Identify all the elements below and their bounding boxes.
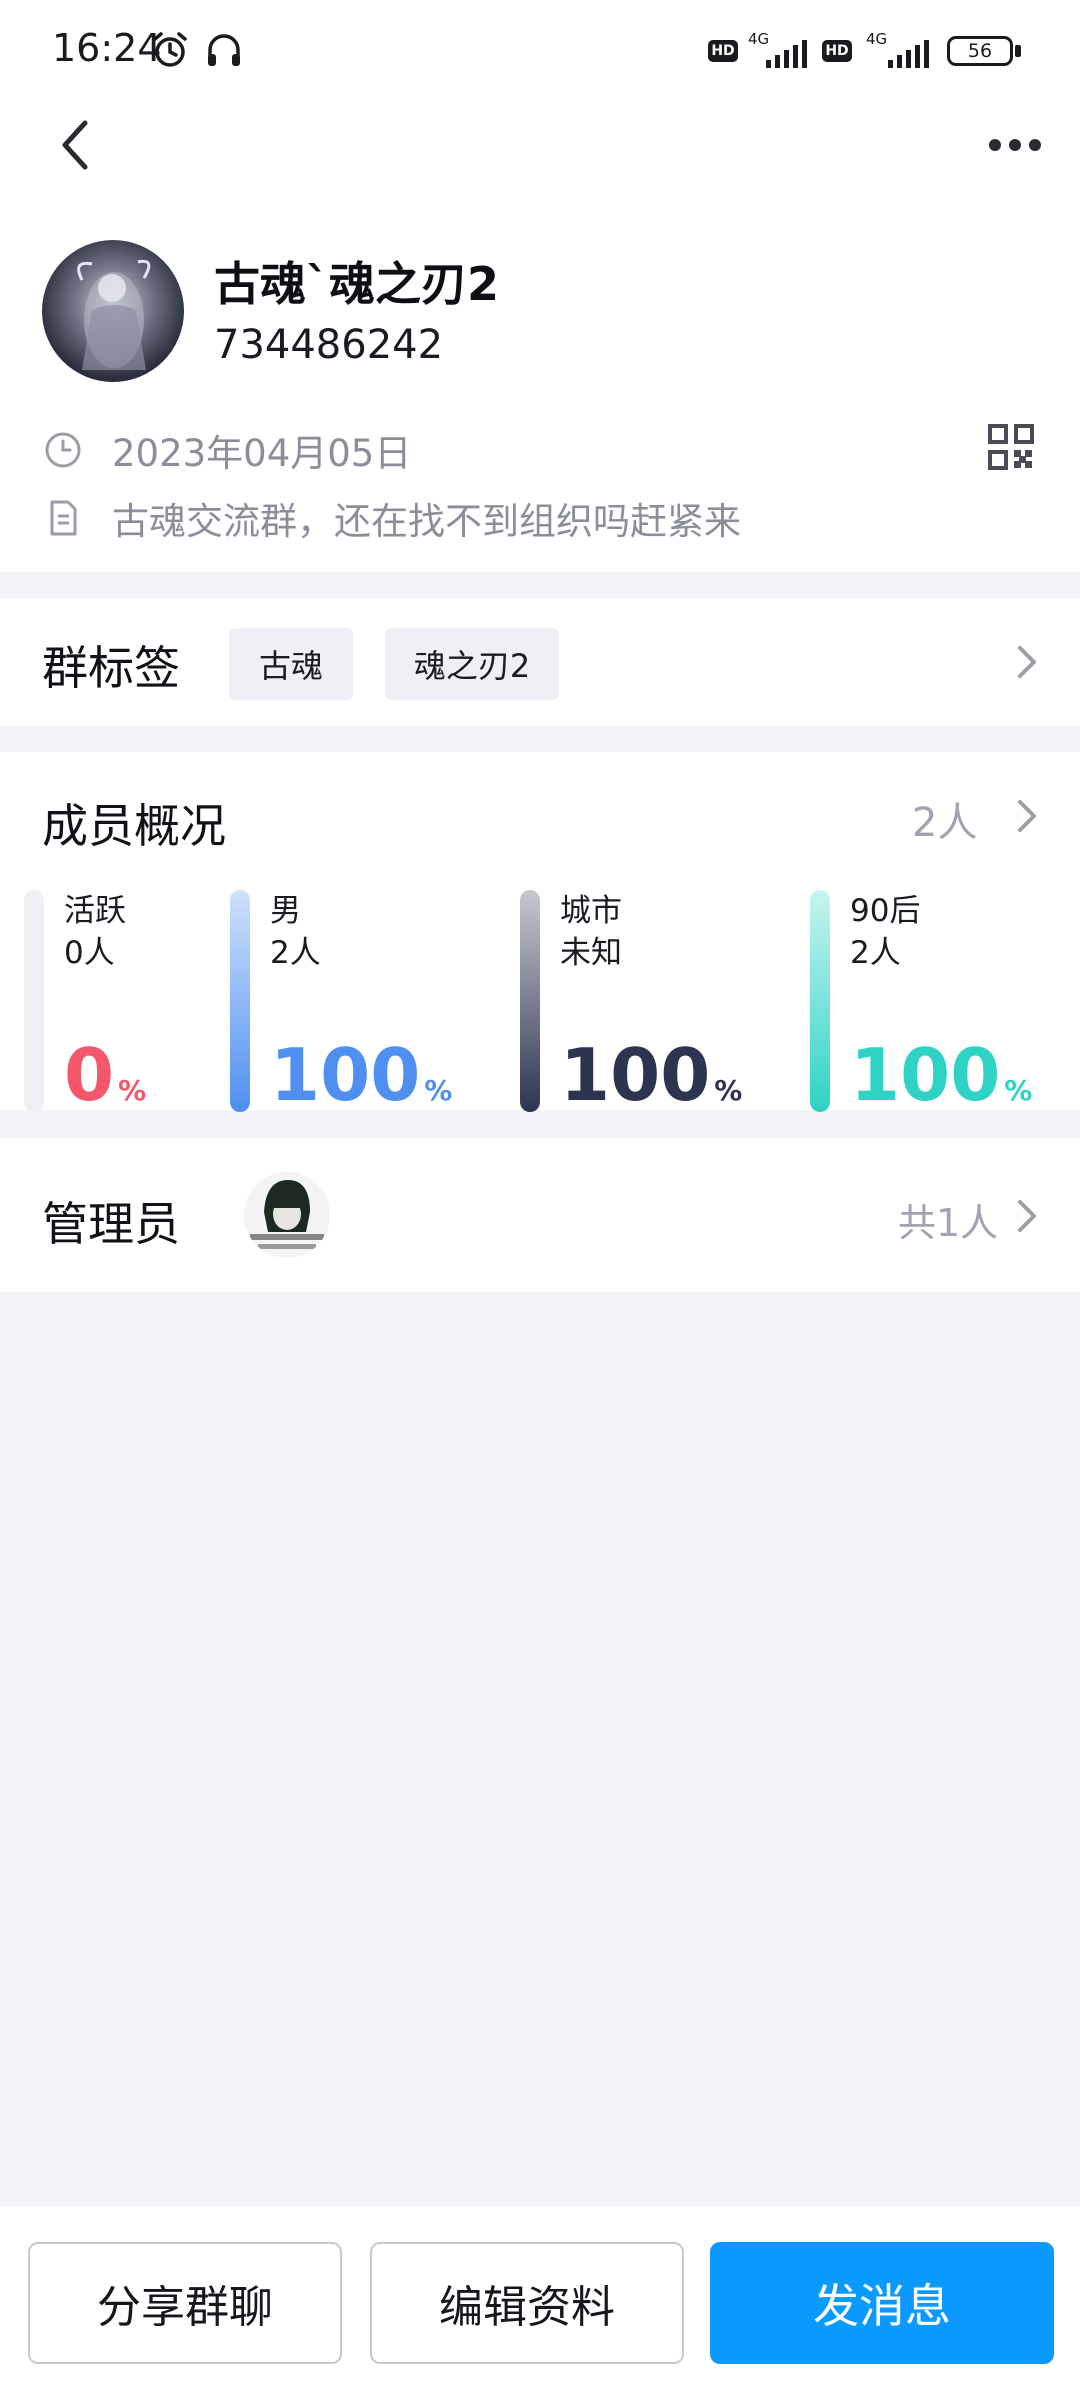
stat-percent: 100%: [270, 1038, 452, 1132]
stat-value: 0人: [64, 932, 115, 974]
members-count: 2人: [912, 790, 977, 848]
status-time: 16:24: [52, 26, 162, 70]
stat-value: 2人: [850, 932, 901, 974]
chevron-left-icon: [55, 117, 95, 173]
share-group-button[interactable]: 分享群聊: [28, 2242, 342, 2364]
created-date-row: 2023年04月05日: [44, 420, 411, 480]
signal-bars-icon: [766, 40, 810, 68]
send-message-button[interactable]: 发消息: [710, 2242, 1054, 2364]
status-bar: 16:24 HD 4G HD 4G 56: [0, 0, 1080, 100]
members-title: 成员概况: [42, 790, 226, 856]
stat-bar: [810, 890, 830, 1112]
stat-bar: [230, 890, 250, 1112]
chevron-right-icon: [1012, 1196, 1042, 1236]
qr-code-icon[interactable]: [988, 424, 1034, 470]
battery-level: 56: [950, 38, 1010, 64]
back-button[interactable]: [40, 110, 110, 180]
stat-label: 90后: [850, 890, 920, 932]
more-button[interactable]: [980, 110, 1050, 180]
stat-percent-number: 100: [270, 1033, 420, 1117]
signal-bars-icon: [888, 40, 932, 68]
admin-title: 管理员: [42, 1188, 180, 1254]
avatar-image: [244, 1172, 330, 1258]
stat-percent-number: 100: [850, 1033, 1000, 1117]
headset-icon: [204, 30, 244, 70]
stat-percent-number: 0: [64, 1033, 114, 1117]
stat-percent-unit: %: [424, 1074, 452, 1107]
stat-value: 未知: [560, 932, 622, 974]
stat-bar: [520, 890, 540, 1112]
sim2-signal: HD 4G: [822, 28, 932, 72]
tag-chip[interactable]: 魂之刃2: [385, 628, 559, 700]
network-type-label: 4G: [866, 30, 887, 48]
stat-gender: 男 2人 100%: [230, 890, 500, 1112]
stat-percent-number: 100: [560, 1033, 710, 1117]
hd-badge: HD: [708, 40, 738, 62]
document-icon: [44, 499, 82, 537]
stat-percent-unit: %: [118, 1074, 146, 1107]
stat-percent-unit: %: [1004, 1074, 1032, 1107]
group-avatar[interactable]: [42, 240, 184, 382]
stat-percent: 100%: [560, 1038, 742, 1132]
edit-profile-button[interactable]: 编辑资料: [370, 2242, 684, 2364]
group-id: 734486242: [214, 322, 443, 368]
clock-icon: [44, 431, 82, 469]
stat-bar: [24, 890, 44, 1112]
stat-value: 2人: [270, 932, 321, 974]
stat-percent: 100%: [850, 1038, 1032, 1132]
hd-badge: HD: [822, 40, 852, 62]
description-row: 古魂交流群，还在找不到组织吗赶紧来: [44, 488, 741, 548]
tags-title: 群标签: [42, 632, 180, 698]
alarm-icon: [150, 30, 190, 70]
admin-avatar[interactable]: [244, 1172, 330, 1258]
stat-active: 活跃 0人 0%: [24, 890, 214, 1112]
sim1-signal: HD 4G: [708, 28, 812, 72]
stat-city: 城市 未知 100%: [520, 890, 790, 1112]
stat-percent-unit: %: [714, 1074, 742, 1107]
group-name: 古魂`魂之刃2: [214, 248, 499, 314]
stat-age: 90后 2人 100%: [810, 890, 1070, 1112]
avatar-image: [42, 240, 184, 382]
group-description: 古魂交流群，还在找不到组织吗赶紧来: [112, 491, 741, 545]
more-dots-icon: [988, 138, 1042, 152]
stat-label: 男: [270, 890, 301, 932]
created-date: 2023年04月05日: [112, 423, 411, 477]
chevron-right-icon: [1012, 642, 1042, 682]
stat-label: 活跃: [64, 890, 126, 932]
chevron-right-icon: [1012, 796, 1042, 836]
tag-chip[interactable]: 古魂: [229, 628, 353, 700]
admin-total: 共1人: [898, 1192, 998, 1247]
battery-icon: 56: [947, 36, 1013, 66]
stat-percent: 0%: [64, 1038, 146, 1132]
battery-tip: [1015, 45, 1021, 57]
stat-label: 城市: [560, 890, 622, 932]
